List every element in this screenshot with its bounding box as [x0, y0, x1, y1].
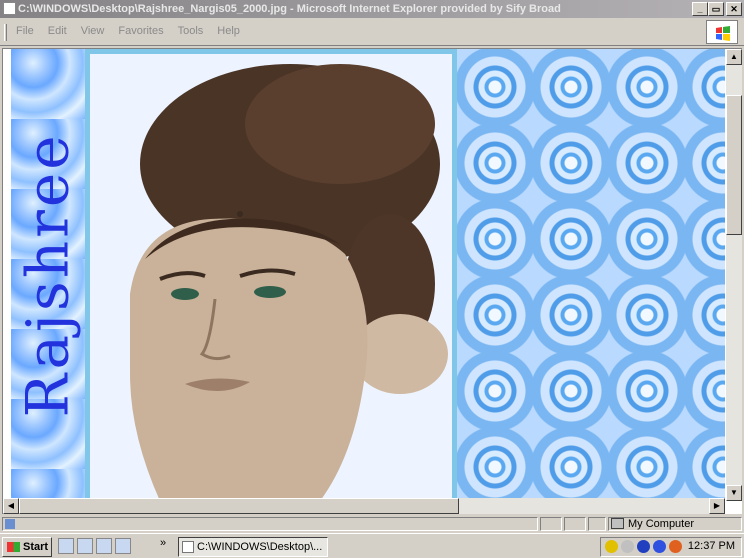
maximize-button[interactable]: ▭ [708, 2, 724, 16]
horizontal-scroll-thumb[interactable] [19, 498, 459, 514]
tray-icon-3[interactable] [637, 540, 650, 553]
status-pane-3 [564, 517, 586, 531]
ie-throbber-logo [706, 20, 738, 44]
my-computer-icon [611, 518, 624, 529]
ie-document-icon [3, 2, 16, 15]
windows-flag-icon [716, 26, 730, 41]
status-main-pane [2, 517, 538, 531]
portrait-illustration [130, 64, 448, 501]
start-label: Start [23, 541, 49, 553]
tray-icon-4[interactable] [653, 540, 666, 553]
scroll-right-button[interactable]: ▶ [709, 498, 725, 514]
scroll-down-button[interactable]: ▼ [726, 485, 742, 501]
minimize-button[interactable]: _ [692, 2, 708, 16]
rajshree-title: Rajshree [14, 132, 82, 418]
taskbar-clock[interactable]: 12:37 PM [688, 540, 735, 552]
status-bar: My Computer [0, 516, 744, 532]
menu-help[interactable]: Help [217, 25, 240, 37]
status-pane-2 [540, 517, 562, 531]
page-viewport: Rajshree ▲ ▼ ◀ ▶ [2, 48, 742, 514]
outlook-quick-launch-icon[interactable] [96, 538, 112, 554]
toolbar-grip[interactable] [4, 24, 7, 41]
ie-window-icon [182, 541, 194, 553]
quick-launch-chevron[interactable]: » [160, 537, 166, 549]
desktop-quick-launch-icon[interactable] [115, 538, 131, 554]
menu-view[interactable]: View [81, 25, 105, 37]
windows-logo-icon [7, 542, 20, 552]
taskbar-window-label: C:\WINDOWS\Desktop\... [197, 541, 323, 553]
quick-launch [58, 538, 131, 554]
photo-frame [85, 49, 457, 501]
scroll-left-button[interactable]: ◀ [3, 498, 19, 514]
title-bar[interactable]: C:\WINDOWS\Desktop\Rajshree_Nargis05_200… [0, 0, 744, 18]
portrait-photo [90, 54, 452, 501]
menu-file[interactable]: File [16, 25, 34, 37]
taskbar-window-button[interactable]: C:\WINDOWS\Desktop\... [178, 537, 328, 557]
ie-quick-launch-icon[interactable] [77, 538, 93, 554]
window-title: C:\WINDOWS\Desktop\Rajshree_Nargis05_200… [18, 3, 561, 15]
start-button[interactable]: Start [2, 537, 52, 557]
browser-window: C:\WINDOWS\Desktop\Rajshree_Nargis05_200… [0, 0, 744, 532]
page-status-icon [5, 519, 15, 529]
menu-edit[interactable]: Edit [48, 25, 67, 37]
volume-icon[interactable] [605, 540, 618, 553]
horizontal-scrollbar[interactable]: ◀ ▶ [3, 498, 725, 514]
system-tray: 12:37 PM [600, 537, 742, 557]
menu-bar: File Edit View Favorites Tools Help [0, 18, 744, 46]
security-zone-label: My Computer [628, 518, 695, 530]
vertical-scrollbar[interactable]: ▲ ▼ [726, 49, 742, 501]
scroll-up-button[interactable]: ▲ [726, 49, 742, 65]
blue-rose-pattern [457, 49, 725, 501]
taskbar: Start » C:\WINDOWS\Desktop\... 12:37 PM [0, 533, 744, 558]
vertical-scroll-thumb[interactable] [726, 95, 742, 235]
menu-tools[interactable]: Tools [178, 25, 204, 37]
menu-favorites[interactable]: Favorites [118, 25, 163, 37]
status-pane-4 [588, 517, 606, 531]
quick-launch-icon-1[interactable] [58, 538, 74, 554]
tray-icon-2[interactable] [621, 540, 634, 553]
close-button[interactable]: ✕ [726, 2, 742, 16]
tray-icon-5[interactable] [669, 540, 682, 553]
